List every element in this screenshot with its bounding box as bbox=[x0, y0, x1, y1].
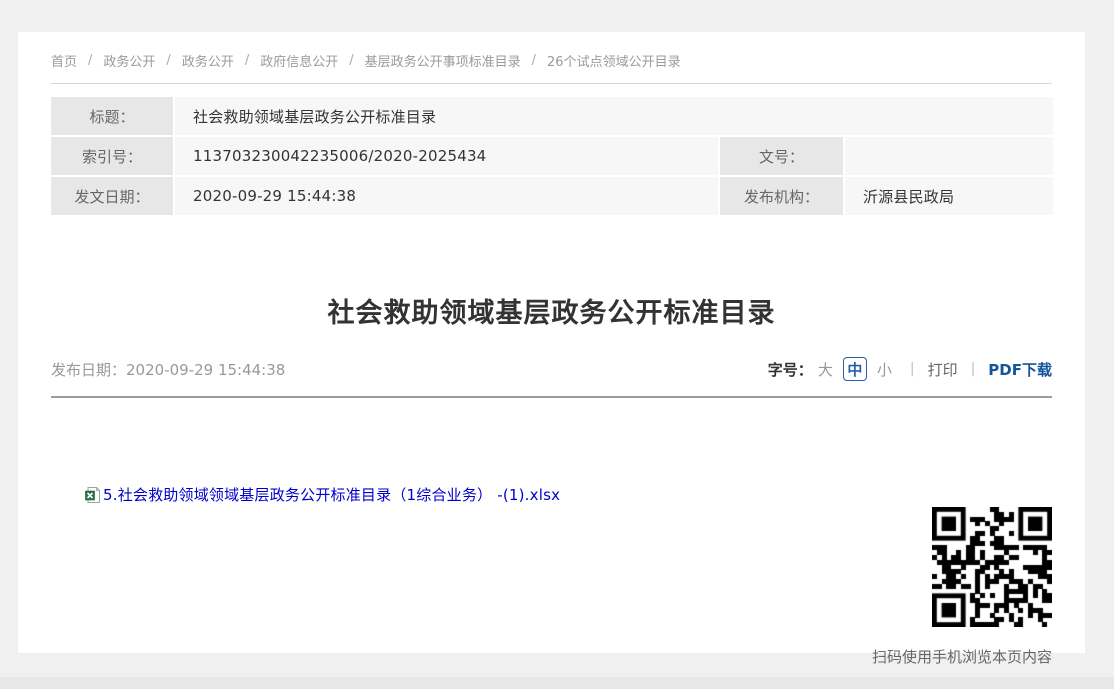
publish-date-value: 2020-09-29 15:44:38 bbox=[126, 361, 285, 379]
qr-block: 扫码使用手机浏览本页内容 bbox=[51, 507, 1052, 667]
breadcrumb-separator: / bbox=[88, 53, 92, 68]
article-toolbar: 字号： 大 中 小 | 打印 | PDF下载 bbox=[768, 357, 1052, 381]
meta-index-label: 索引号： bbox=[51, 137, 173, 175]
meta-date-value: 2020-09-29 15:44:38 bbox=[175, 177, 718, 215]
page-bottom-strip bbox=[0, 677, 1114, 689]
qr-code-image bbox=[932, 507, 1052, 627]
font-size-small-button[interactable]: 小 bbox=[877, 359, 892, 380]
breadcrumb-item-home[interactable]: 首页 bbox=[51, 51, 77, 70]
attachment-link-xlsx[interactable]: 5.社会救助领域领域基层政务公开标准目录（1综合业务） -(1).xlsx bbox=[103, 484, 560, 505]
meta-docnum-value bbox=[845, 137, 1053, 175]
breadcrumb-item-pilot-catalog[interactable]: 26个试点领域公开目录 bbox=[547, 51, 681, 70]
font-size-large-button[interactable]: 大 bbox=[818, 359, 833, 380]
meta-agency-label: 发布机构： bbox=[720, 177, 843, 215]
meta-agency-value: 沂源县民政局 bbox=[845, 177, 1053, 215]
page-title: 社会救助领域基层政务公开标准目录 bbox=[51, 291, 1052, 330]
publish-date: 发布日期：2020-09-29 15:44:38 bbox=[51, 359, 285, 380]
meta-docnum-label: 文号： bbox=[720, 137, 843, 175]
breadcrumb-item-zhengwu-gongkai-1[interactable]: 政务公开 bbox=[103, 51, 155, 70]
breadcrumb-item-standard-catalog[interactable]: 基层政务公开事项标准目录 bbox=[365, 51, 521, 70]
toolbar-separator: | bbox=[971, 361, 976, 377]
breadcrumb-separator: / bbox=[245, 53, 249, 68]
font-size-medium-button[interactable]: 中 bbox=[843, 357, 867, 381]
toolbar-separator: | bbox=[910, 361, 915, 377]
meta-title-label: 标题： bbox=[51, 97, 173, 135]
publish-date-label: 发布日期： bbox=[51, 361, 126, 379]
pdf-download-button[interactable]: PDF下载 bbox=[988, 359, 1052, 380]
breadcrumb-item-zhengwu-gongkai-2[interactable]: 政务公开 bbox=[182, 51, 234, 70]
excel-file-icon bbox=[85, 487, 100, 503]
attachment-row: 5.社会救助领域领域基层政务公开标准目录（1综合业务） -(1).xlsx bbox=[51, 484, 1052, 505]
header-body-divider bbox=[51, 396, 1052, 398]
breadcrumb-separator: / bbox=[349, 53, 353, 68]
meta-index-value: 113703230042235006/2020-2025434 bbox=[175, 137, 718, 175]
article-info-row: 发布日期：2020-09-29 15:44:38 字号： 大 中 小 | 打印 … bbox=[51, 357, 1052, 381]
font-size-label: 字号： bbox=[768, 359, 813, 380]
document-meta-table: 标题： 社会救助领域基层政务公开标准目录 索引号： 11370323004223… bbox=[51, 97, 1052, 215]
print-button[interactable]: 打印 bbox=[928, 359, 958, 380]
meta-title-value: 社会救助领域基层政务公开标准目录 bbox=[175, 97, 1053, 135]
breadcrumb-divider bbox=[51, 83, 1052, 84]
qr-caption: 扫码使用手机浏览本页内容 bbox=[51, 646, 1052, 667]
meta-date-label: 发文日期： bbox=[51, 177, 173, 215]
breadcrumb-separator: / bbox=[166, 53, 170, 68]
breadcrumb-item-gov-info[interactable]: 政府信息公开 bbox=[260, 51, 338, 70]
breadcrumb: 首页 / 政务公开 / 政务公开 / 政府信息公开 / 基层政务公开事项标准目录… bbox=[51, 32, 1052, 70]
content-card: 首页 / 政务公开 / 政务公开 / 政府信息公开 / 基层政务公开事项标准目录… bbox=[18, 32, 1085, 653]
breadcrumb-separator: / bbox=[532, 53, 536, 68]
